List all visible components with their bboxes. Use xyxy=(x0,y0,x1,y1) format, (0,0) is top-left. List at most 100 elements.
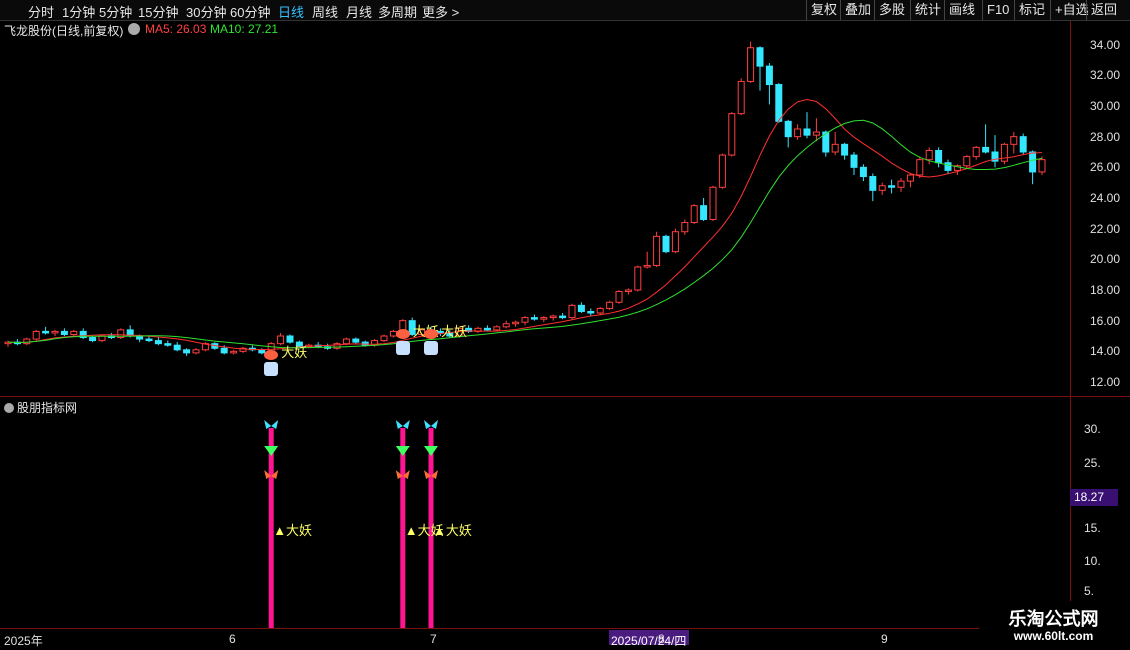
candle-body xyxy=(869,176,877,191)
toolbar: 分时 1分钟 5分钟 15分钟 30分钟 60分钟 日线 周线 月线 多周期 更多 > 复权 叠加 多股… xyxy=(0,0,1130,21)
candle-body xyxy=(831,143,839,153)
diamond-icon xyxy=(264,446,279,456)
candle-body xyxy=(530,317,538,320)
toolbar-button-3[interactable]: 统计 xyxy=(910,0,945,20)
watermark-url: www.60lt.com xyxy=(1013,629,1094,643)
candle-body xyxy=(568,304,576,319)
settings-icon[interactable] xyxy=(128,23,140,35)
signal-label: 大妖 xyxy=(441,323,468,339)
price-tick: 16.00 xyxy=(1090,313,1121,328)
candle-body xyxy=(352,338,360,343)
candle-body xyxy=(653,235,661,266)
candle-body xyxy=(906,174,914,182)
candle-body xyxy=(615,291,623,303)
candle-body xyxy=(230,350,238,354)
toolbar-button-6[interactable]: 标记 xyxy=(1014,0,1049,20)
candle-body xyxy=(671,231,679,253)
butterfly-icon xyxy=(395,420,410,429)
period-tab-8[interactable]: 月线 xyxy=(346,2,372,21)
indicator-tick: 15. xyxy=(1084,521,1101,535)
candle-body xyxy=(878,185,886,191)
period-tab-4[interactable]: 30分钟 xyxy=(186,2,226,21)
candle-body xyxy=(502,323,510,328)
date-tick: 6 xyxy=(229,632,236,646)
price-tick: 28.00 xyxy=(1090,129,1121,144)
indicator-chart[interactable] xyxy=(0,398,1070,628)
candle-body xyxy=(756,47,764,67)
candle-body xyxy=(587,310,595,314)
candle-body xyxy=(493,326,501,331)
indicator-menu-icon[interactable] xyxy=(4,403,14,413)
candle-body xyxy=(700,205,708,220)
price-tick: 32.00 xyxy=(1090,68,1121,83)
period-tab-1[interactable]: 1分钟 xyxy=(62,2,95,21)
indicator-title: 股朋指标网 xyxy=(17,401,78,415)
indicator-header: 股朋指标网 xyxy=(4,399,77,416)
candle-body xyxy=(596,307,604,314)
toolbar-button-0[interactable]: 复权 xyxy=(806,0,841,20)
current-value-badge: 18.27 xyxy=(1070,489,1118,506)
period-tab-0[interactable]: 分时 xyxy=(28,2,54,21)
kline-chart[interactable] xyxy=(0,37,1070,397)
diamond-icon xyxy=(395,446,410,456)
indicator-tick: 25. xyxy=(1084,456,1101,470)
price-tick: 14.00 xyxy=(1090,344,1121,359)
period-tab-10[interactable]: 更多 > xyxy=(422,2,459,21)
indicator-signal-label: ▲大妖 xyxy=(273,523,313,538)
period-tab-5[interactable]: 60分钟 xyxy=(230,2,270,21)
diamond-icon xyxy=(395,340,410,355)
price-tick: 30.00 xyxy=(1090,99,1121,113)
date-tick: 2025年 xyxy=(4,634,43,648)
panel-divider xyxy=(0,396,1130,397)
price-tick: 12.00 xyxy=(1090,375,1121,389)
period-tab-7[interactable]: 周线 xyxy=(312,2,338,21)
indicator-tick: 10. xyxy=(1084,554,1101,568)
date-tick: 9 xyxy=(881,632,888,646)
candle-body xyxy=(1029,151,1037,173)
toolbar-button-1[interactable]: 叠加 xyxy=(840,0,875,20)
candle-body xyxy=(540,317,548,320)
date-tick: 7 xyxy=(430,632,437,646)
candle-body xyxy=(70,330,78,335)
candle-body xyxy=(690,205,698,224)
candle-body xyxy=(380,335,388,342)
highlighted-date: 2025/07/24/四 xyxy=(611,634,687,648)
price-tick: 34.00 xyxy=(1090,37,1121,52)
candle-body xyxy=(888,185,896,188)
candle-body xyxy=(89,337,97,342)
period-tab-2[interactable]: 5分钟 xyxy=(99,2,132,21)
toolbar-button-4[interactable]: 画线 xyxy=(944,0,979,20)
candle-body xyxy=(342,338,350,345)
candle-body xyxy=(794,128,802,138)
candle-body xyxy=(972,146,980,158)
candle-body xyxy=(154,340,162,345)
candle-body xyxy=(681,222,689,233)
period-tab-6[interactable]: 日线 xyxy=(278,2,304,21)
toolbar-button-2[interactable]: 多股 xyxy=(874,0,909,20)
candle-body xyxy=(803,128,811,136)
watermark: 乐淘公式网 www.60lt.com xyxy=(979,601,1128,647)
period-tab-3[interactable]: 15分钟 xyxy=(138,2,178,21)
candle-body xyxy=(634,266,642,291)
candle-body xyxy=(1010,136,1018,145)
diamond-icon xyxy=(264,362,279,377)
candle-body xyxy=(549,315,557,319)
candle-body xyxy=(850,154,858,168)
date-axis-line xyxy=(0,628,1070,629)
candle-body xyxy=(32,330,40,340)
period-tab-9[interactable]: 多周期 xyxy=(378,2,417,21)
candle-body xyxy=(483,327,491,331)
price-tick: 20.00 xyxy=(1090,252,1121,267)
candle-body xyxy=(709,186,717,220)
candle-body xyxy=(173,344,181,351)
toolbar-button-8[interactable]: 返回 xyxy=(1086,0,1121,20)
toolbar-button-5[interactable]: F10 xyxy=(982,0,1013,20)
price-tick: 22.00 xyxy=(1090,221,1121,236)
signal-label: 大妖 xyxy=(281,345,308,361)
candle-body xyxy=(1019,136,1027,153)
candle-body xyxy=(23,338,31,345)
diamond-icon xyxy=(424,340,438,355)
indicator-tick: 5. xyxy=(1084,584,1095,598)
candle-body xyxy=(812,131,820,136)
diamond-icon xyxy=(424,446,438,456)
